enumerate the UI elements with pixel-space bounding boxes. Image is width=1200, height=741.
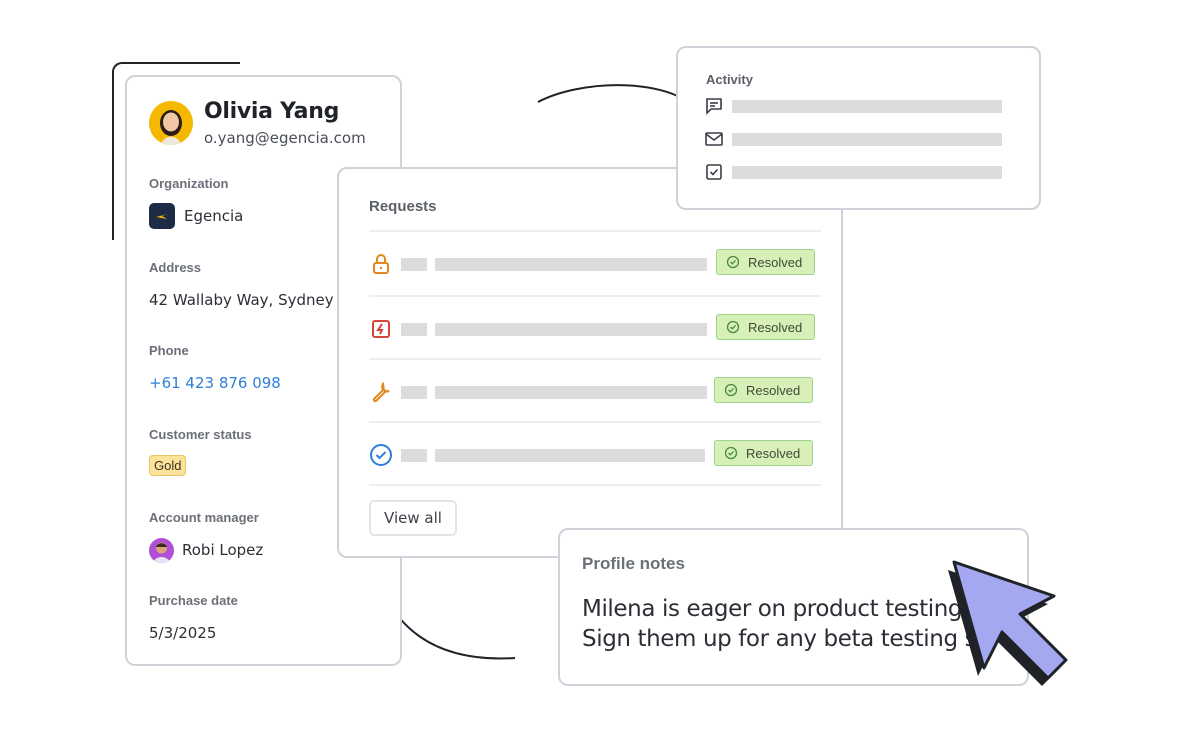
placeholder-bar	[401, 386, 427, 399]
placeholder-bar	[732, 133, 1002, 146]
activity-row[interactable]	[704, 129, 1004, 149]
request-row[interactable]: Resolved	[369, 297, 821, 359]
placeholder-bar	[732, 166, 1002, 179]
check-circle-icon	[724, 383, 738, 397]
mail-icon	[704, 129, 724, 149]
check-circle-icon	[726, 320, 740, 334]
notes-text-line: Milena is eager on product testing.	[582, 596, 969, 622]
status-label: Resolved	[748, 319, 803, 335]
placeholder-bar	[435, 449, 705, 462]
resolved-badge: Resolved	[716, 249, 815, 275]
status-label: Resolved	[746, 445, 801, 461]
account-manager-label: Account manager	[149, 510, 259, 525]
activity-row[interactable]	[704, 162, 1004, 182]
notes-text-line: Sign them up for any beta testing s	[582, 626, 977, 652]
address-value: 42 Wallaby Way, Sydney 2	[149, 291, 348, 309]
requests-card: Requests Resolved Resolved Resolved Reso…	[337, 167, 843, 558]
mouse-cursor-icon	[940, 560, 1070, 690]
placeholder-bar	[732, 100, 1002, 113]
message-icon	[704, 96, 724, 116]
status-badge: Gold	[149, 455, 187, 476]
status-label: Resolved	[746, 382, 801, 398]
activity-row[interactable]	[704, 96, 1004, 116]
phone-label: Phone	[149, 343, 189, 358]
requests-title: Requests	[369, 198, 437, 215]
placeholder-bar	[435, 323, 707, 336]
resolved-badge: Resolved	[716, 314, 815, 340]
wrench-icon	[369, 380, 393, 404]
profile-name: Olivia Yang	[204, 99, 340, 124]
view-all-button[interactable]: View all	[369, 500, 457, 536]
address-label: Address	[149, 260, 202, 275]
phone-link[interactable]: +61 423 876 098	[149, 374, 281, 392]
lock-icon	[369, 252, 393, 276]
check-circle-icon	[724, 446, 738, 460]
purchase-date-label: Purchase date	[149, 593, 238, 608]
placeholder-bar	[401, 258, 427, 271]
check-circle-icon	[369, 443, 393, 467]
divider	[369, 484, 821, 486]
placeholder-bar	[435, 258, 707, 271]
profile-email[interactable]: o.yang@egencia.com	[204, 129, 366, 147]
placeholder-bar	[401, 449, 427, 462]
checkbox-icon	[704, 162, 724, 182]
request-row[interactable]: Resolved	[369, 232, 821, 294]
account-manager-value[interactable]: Robi Lopez	[182, 541, 263, 559]
lightning-icon	[369, 317, 393, 341]
organization-value[interactable]: Egencia	[184, 207, 243, 225]
activity-title: Activity	[706, 72, 753, 87]
request-row[interactable]: Resolved	[369, 423, 821, 485]
placeholder-bar	[401, 323, 427, 336]
resolved-badge: Resolved	[714, 440, 813, 466]
request-row[interactable]: Resolved	[369, 360, 821, 422]
placeholder-bar	[435, 386, 707, 399]
avatar	[149, 101, 193, 145]
manager-avatar	[149, 538, 174, 563]
check-circle-icon	[726, 255, 740, 269]
customer-status-label: Customer status	[149, 427, 252, 442]
egencia-logo-icon	[149, 203, 175, 229]
status-label: Resolved	[748, 254, 803, 270]
activity-card: Activity	[676, 46, 1041, 210]
profile-notes-title: Profile notes	[582, 554, 685, 573]
resolved-badge: Resolved	[714, 377, 813, 403]
organization-label: Organization	[149, 176, 229, 191]
purchase-date-value: 5/3/2025	[149, 624, 217, 642]
